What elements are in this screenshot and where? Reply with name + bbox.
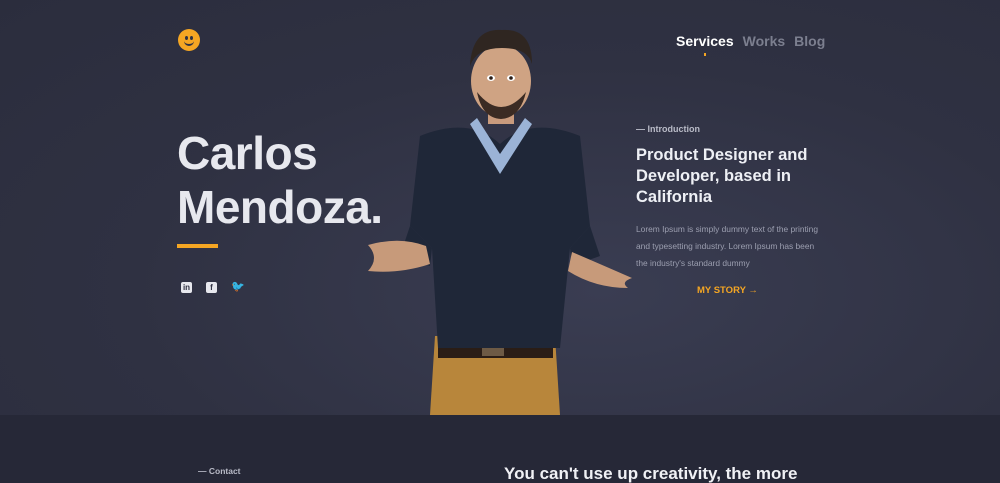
nav-item-services[interactable]: Services xyxy=(676,33,734,49)
social-links: in f 🐦 xyxy=(181,282,245,293)
contact-section xyxy=(0,415,1000,483)
twitter-icon[interactable]: 🐦 xyxy=(231,282,245,293)
main-nav: Services Works Blog xyxy=(676,33,825,49)
intro-label: — Introduction xyxy=(636,124,700,134)
intro-title: Product Designer and Developer, based in… xyxy=(636,146,808,206)
hero-name-line1: Carlos xyxy=(177,127,318,179)
contact-label: — Contact xyxy=(198,466,241,476)
my-story-link[interactable]: MY STORY → xyxy=(697,285,758,296)
nav-item-works[interactable]: Works xyxy=(743,33,786,49)
nav-item-blog[interactable]: Blog xyxy=(794,33,825,49)
hero-section: Services Works Blog Carlos Mendoza. in f… xyxy=(0,0,1000,415)
hero-name-line2: Mendoza. xyxy=(177,181,383,233)
linkedin-icon[interactable]: in xyxy=(181,282,192,293)
hero-name: Carlos Mendoza. xyxy=(177,126,383,234)
smiley-logo-icon[interactable] xyxy=(178,29,200,51)
hero-portrait-image xyxy=(368,29,632,415)
facebook-icon[interactable]: f xyxy=(206,282,217,293)
intro-text: Lorem Ipsum is simply dummy text of the … xyxy=(636,224,818,268)
contact-quote: You can't use up creativity, the more xyxy=(504,464,798,483)
name-underline xyxy=(177,244,218,248)
